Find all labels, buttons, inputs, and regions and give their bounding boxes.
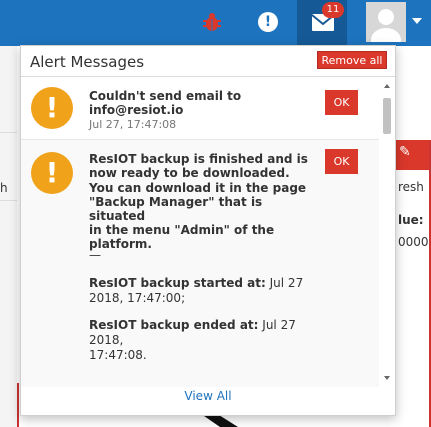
message-title: info@resiot.io	[89, 103, 184, 117]
message-timestamp: Jul 27, 17:47:08	[89, 118, 177, 131]
list-item: ! ResIOT backup is finished and is now r…	[21, 139, 379, 387]
backup-ended-info: ResIOT backup ended at: Jul 27 2018, 17:…	[89, 318, 319, 363]
ok-button[interactable]: OK	[325, 90, 358, 115]
caret-down-icon[interactable]	[412, 18, 422, 24]
top-navbar: ! 11	[0, 0, 431, 46]
warning-icon: !	[31, 152, 73, 194]
panel-title: Alert Messages	[30, 53, 145, 71]
scrollbar-thumb[interactable]	[383, 98, 391, 134]
message-list: ! Couldn't send email to info@resiot.io …	[21, 77, 395, 387]
message-body: You can download it in the page "Backup …	[89, 181, 319, 251]
background-divider	[0, 200, 17, 201]
background-divider	[0, 132, 17, 133]
backup-ended-label: ResIOT backup ended at:	[89, 318, 259, 332]
view-all-link[interactable]: View All	[21, 389, 395, 409]
message-content: ResIOT backup is finished and is now rea…	[89, 152, 319, 180]
message-content: Couldn't send email to info@resiot.io Ju…	[89, 89, 319, 132]
backup-started-label: ResIOT backup started at:	[89, 276, 266, 290]
background-text: resh	[398, 180, 424, 194]
user-avatar[interactable]	[366, 2, 406, 42]
alert-icon[interactable]: !	[258, 12, 278, 32]
edit-icon[interactable]: ✎	[399, 144, 411, 160]
bug-icon[interactable]	[201, 11, 223, 33]
backup-started-info: ResIOT backup started at: Jul 27 2018, 1…	[89, 276, 319, 306]
backup-started-value: 2018, 17:47:00;	[89, 291, 186, 305]
background-value: 0000	[398, 235, 429, 249]
message-body-line: "Backup Manager" that is situated	[89, 195, 263, 223]
message-separator: —	[89, 248, 101, 262]
message-body-line: You can download it in the page	[89, 181, 307, 195]
user-silhouette-icon	[371, 9, 401, 42]
message-body-line: in the menu "Admin" of the	[89, 223, 275, 237]
message-title: Couldn't send email to	[89, 89, 242, 103]
background-page-left	[0, 46, 17, 427]
backup-started-value: Jul 27	[269, 276, 304, 290]
background-label: lue:	[398, 213, 424, 227]
message-title: now ready to be downloaded.	[89, 166, 290, 180]
background-text: h	[0, 181, 8, 195]
message-title: ResIOT backup is finished and is	[89, 152, 308, 166]
ok-button[interactable]: OK	[325, 149, 358, 174]
scroll-up-arrow-icon[interactable]	[384, 84, 390, 88]
alert-messages-dropdown: Alert Messages Remove all ! Couldn't sen…	[20, 45, 396, 416]
warning-icon: !	[31, 87, 73, 129]
notification-count-badge: 11	[322, 2, 344, 18]
remove-all-button[interactable]: Remove all	[317, 51, 387, 69]
scroll-down-arrow-icon[interactable]	[384, 376, 390, 380]
background-accent-line	[17, 383, 19, 427]
backup-ended-value: 17:47:08.	[89, 348, 147, 362]
message-list-scrollbar[interactable]	[379, 84, 395, 384]
list-item: ! Couldn't send email to info@resiot.io …	[21, 77, 379, 139]
